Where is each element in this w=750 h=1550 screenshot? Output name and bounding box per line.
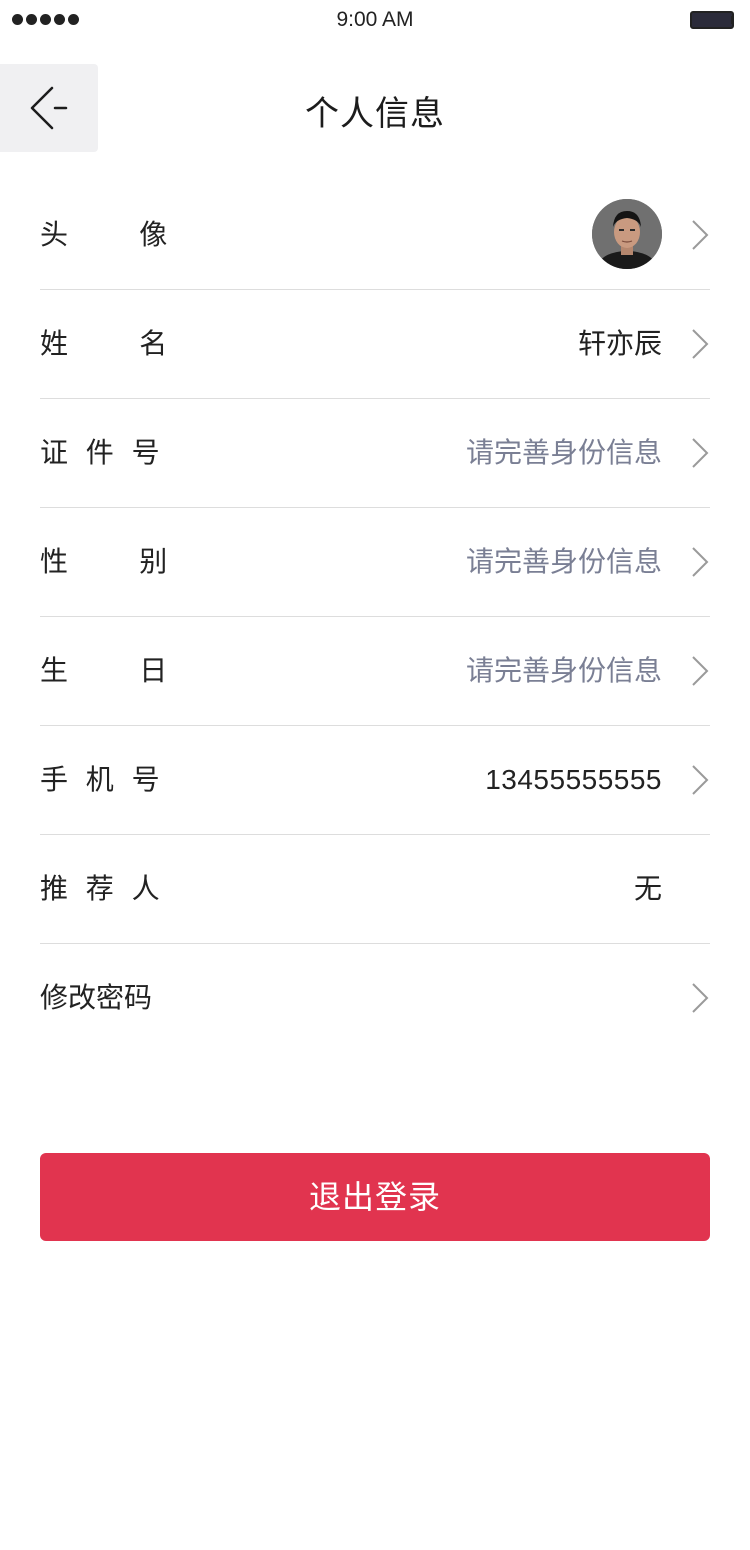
row-label: 生 日 [40,654,168,687]
row-value: 轩亦辰 [577,327,662,360]
row-label: 手 机 号 [40,763,160,796]
row-value: 请完善身份信息 [465,436,662,469]
page-title: 个人信息 [305,94,445,134]
row-value: 13455555555 [485,764,662,795]
row-name[interactable]: 姓 名 轩亦辰 [40,290,710,399]
row-label: 修改密码 [40,981,153,1014]
chevron-right-icon [692,438,709,468]
chevron-right-icon [692,983,709,1013]
row-change-password[interactable]: 修改密码 [40,944,710,1052]
row-value: 请完善身份信息 [465,654,662,687]
status-time: 9:00 AM [336,8,414,31]
chevron-right-icon [692,765,709,795]
row-value: 请完善身份信息 [465,545,662,578]
row-id-number[interactable]: 证 件 号 请完善身份信息 [40,399,710,508]
row-gender[interactable]: 性 别 请完善身份信息 [40,508,710,617]
chevron-right-icon [692,329,709,359]
row-label: 姓 名 [40,327,168,360]
chevron-right-icon [692,547,709,577]
status-bar: 9:00 AM [0,0,750,40]
row-avatar[interactable]: 头 像 [40,181,710,290]
nav-bar: 个人信息 [0,64,750,152]
battery-icon [690,11,734,29]
row-label: 推 荐 人 [40,872,160,905]
row-label: 头 像 [40,218,168,251]
chevron-right-icon [692,220,709,250]
row-label: 性 别 [40,545,168,578]
profile-info-list: 头 像 姓 名 轩亦辰 证 件 号 请完善身份信息 性 别 请完善身份信息 生 … [40,181,710,1052]
row-label: 证 件 号 [40,436,160,469]
row-phone[interactable]: 手 机 号 13455555555 [40,726,710,835]
row-referrer: 推 荐 人 无 [40,835,710,944]
row-value: 无 [633,872,662,905]
logout-button[interactable]: 退出登录 [40,1153,710,1241]
avatar [592,199,662,269]
row-birthday[interactable]: 生 日 请完善身份信息 [40,617,710,726]
chevron-right-icon [692,656,709,686]
